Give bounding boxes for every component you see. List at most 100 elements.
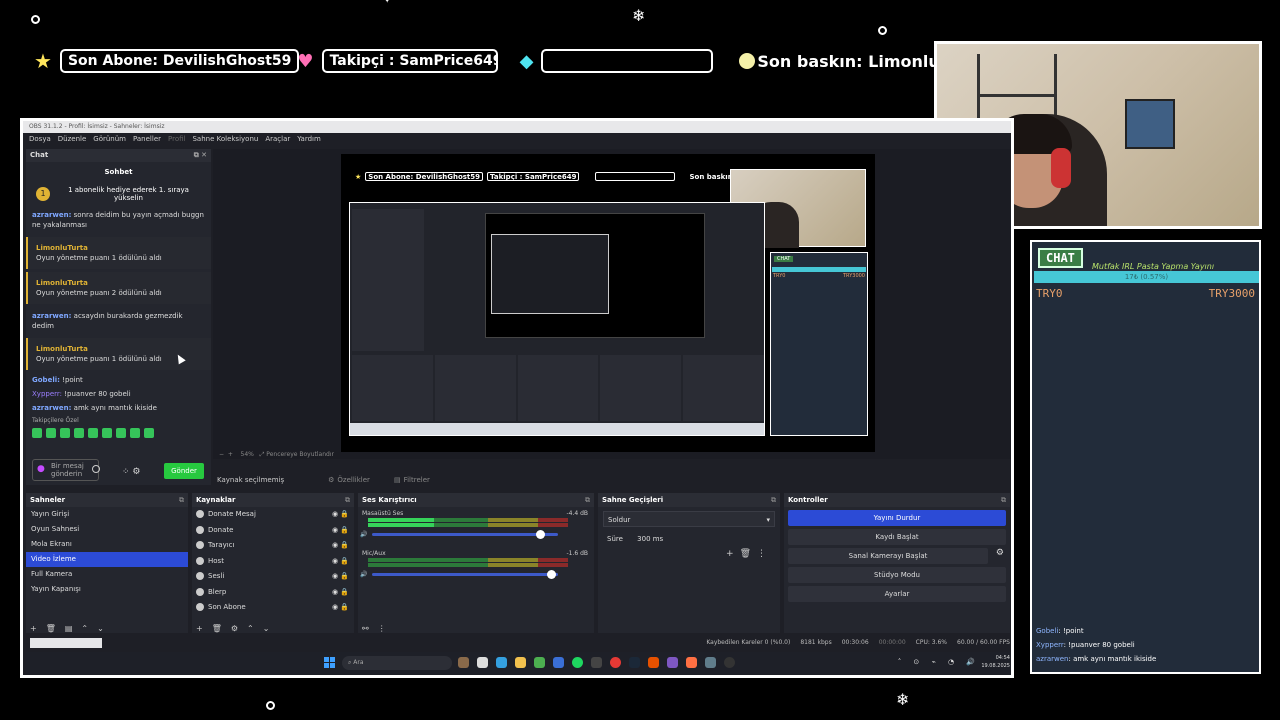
preview-canvas[interactable]: ★ Son Abone: DevilishGhost59 Takipçi : S… bbox=[341, 154, 875, 452]
menu-duzenle[interactable]: Düzenle bbox=[58, 133, 87, 146]
gift-leaderboard[interactable]: 1 1 abonelik hediye ederek 1. sıraya yük… bbox=[26, 182, 211, 206]
emote-icon[interactable] bbox=[88, 428, 98, 438]
scene-item[interactable]: Yayın Girişi bbox=[26, 507, 188, 522]
emote-icon[interactable] bbox=[32, 428, 42, 438]
no-source-label: Kaynak seçilmemiş bbox=[217, 476, 285, 484]
menu-paneller[interactable]: Paneller bbox=[133, 133, 161, 146]
menu-araclar[interactable]: Araçlar bbox=[265, 133, 290, 146]
virtual-camera-settings-icon[interactable]: ⚙ bbox=[996, 548, 1004, 558]
dock-menu-icon[interactable]: ⧉ bbox=[345, 493, 350, 507]
virtual-camera-button[interactable]: Sanal Kamerayı Başlat bbox=[788, 548, 988, 564]
bottom-docks: Sahneler ⧉ Yayın Girişi Oyun Sahnesi Mola… bbox=[26, 493, 1011, 633]
scenes-toolbar[interactable]: + 🗑 ▤ ⌃ ⌄ bbox=[30, 624, 104, 633]
follower-text: Takipçi : SamPrice649 bbox=[329, 53, 498, 69]
dock-controls[interactable]: ⧉ ✕ bbox=[194, 149, 207, 162]
filters-button[interactable]: ▤ Filtreler bbox=[394, 476, 430, 484]
dock-menu-icon[interactable]: ⧉ bbox=[1001, 493, 1006, 507]
browser-tab-strip[interactable] bbox=[30, 638, 102, 648]
emote-bar[interactable] bbox=[26, 426, 211, 440]
speaker-icon[interactable]: 🔊 bbox=[360, 571, 367, 578]
start-recording-button[interactable]: Kaydı Başlat bbox=[788, 529, 1006, 545]
source-item[interactable]: Donate ◉ 🔒 bbox=[192, 523, 354, 539]
volume-slider[interactable] bbox=[372, 530, 558, 539]
visibility-lock-icons: ◉ 🔒 bbox=[331, 587, 349, 596]
menu-profil[interactable]: Profil bbox=[168, 133, 185, 146]
scene-item[interactable]: Mola Ekranı bbox=[26, 537, 188, 552]
source-item[interactable]: Tarayıcı ◉ 🔒 bbox=[192, 538, 354, 554]
source-item[interactable]: Donate Mesaj ◉ 🔒 bbox=[192, 507, 354, 523]
dock-menu-icon[interactable]: ⧉ bbox=[179, 493, 184, 507]
spotify-icon[interactable] bbox=[572, 657, 583, 668]
speaker-icon[interactable]: 🔊 bbox=[360, 531, 367, 538]
opera-icon[interactable] bbox=[610, 657, 621, 668]
settings-button[interactable]: Ayarlar bbox=[788, 586, 1006, 602]
menu-yardim[interactable]: Yardım bbox=[297, 133, 321, 146]
transition-select[interactable]: Soldur ▾ bbox=[603, 511, 775, 527]
chat-widget-messages: Gobeli: !point Xypperr: !puanver 80 gobe… bbox=[1036, 624, 1156, 666]
properties-button[interactable]: ⚙ Özellikler bbox=[328, 476, 370, 484]
menu-dosya[interactable]: Dosya bbox=[29, 133, 51, 146]
filter-icon: ▤ bbox=[64, 624, 73, 633]
app-icon[interactable] bbox=[705, 657, 716, 668]
dock-menu-icon[interactable]: ⧉ bbox=[771, 493, 776, 507]
app-icon[interactable] bbox=[553, 657, 564, 668]
folder-icon[interactable] bbox=[515, 657, 526, 668]
studio-mode-button[interactable]: Stüdyo Modu bbox=[788, 567, 1006, 583]
preview-zoom-bar[interactable]: − + 54% ⤢ Pencereye Boyutlandır bbox=[219, 451, 334, 459]
app-icon[interactable] bbox=[591, 657, 602, 668]
preview-area[interactable]: ★ Son Abone: DevilishGhost59 Takipçi : S… bbox=[213, 149, 1011, 459]
app-icon[interactable] bbox=[458, 657, 469, 668]
dock-menu-icon[interactable]: ⧉ bbox=[585, 493, 590, 507]
app-icon[interactable] bbox=[667, 657, 678, 668]
source-item[interactable]: Son Abone ◉ 🔒 bbox=[192, 600, 354, 616]
steam-icon[interactable] bbox=[629, 657, 640, 668]
system-tray[interactable]: ˄ ⊙ ⌁ ◔ 🔊 bbox=[898, 658, 980, 666]
source-item[interactable]: Blerp ◉ 🔒 bbox=[192, 585, 354, 601]
emote-icon[interactable] bbox=[116, 428, 126, 438]
stop-streaming-button[interactable]: Yayını Durdur bbox=[788, 510, 1006, 526]
chat-tools-icons[interactable]: ⁘ ⚙ bbox=[122, 467, 140, 477]
app-icon[interactable] bbox=[534, 657, 545, 668]
emote-icon[interactable] bbox=[102, 428, 112, 438]
emote-icon[interactable] bbox=[60, 428, 70, 438]
emoji-icon[interactable] bbox=[92, 465, 100, 473]
windows-start-icon[interactable] bbox=[324, 657, 335, 668]
volume-knob bbox=[547, 570, 557, 579]
fit-window-label[interactable]: Pencereye Boyutlandır bbox=[266, 451, 334, 458]
emote-icon[interactable] bbox=[144, 428, 154, 438]
transition-toolbar[interactable]: +🗑⋮ bbox=[726, 549, 772, 559]
chat-input[interactable]: ● Bir mesaj gönderin bbox=[32, 459, 99, 481]
heart-icon: ♥ bbox=[297, 50, 314, 72]
visibility-lock-icons: ◉ 🔒 bbox=[331, 603, 349, 611]
sources-toolbar[interactable]: + 🗑 ⚙ ⌃ ⌄ bbox=[196, 624, 269, 633]
chat-dock: Chat ⧉ ✕ Sohbet 1 1 abonelik hediye eder… bbox=[26, 149, 211, 485]
obs-icon[interactable] bbox=[724, 657, 735, 668]
send-button[interactable]: Gönder bbox=[164, 463, 204, 479]
scene-item[interactable]: Oyun Sahnesi bbox=[26, 522, 188, 537]
source-item[interactable]: Host ◉ 🔒 bbox=[192, 554, 354, 570]
menu-gorunum[interactable]: Görünüm bbox=[93, 133, 126, 146]
visibility-lock-icons: ◉ 🔒 bbox=[331, 572, 349, 580]
edge-icon[interactable] bbox=[496, 657, 507, 668]
menu-sahne-koleksiyonu[interactable]: Sahne Koleksiyonu bbox=[192, 133, 258, 146]
app-icon[interactable] bbox=[477, 657, 488, 668]
scene-item-selected[interactable]: Video İzleme bbox=[26, 552, 188, 567]
gift-text: 1 abonelik hediye ederek 1. sıraya yükse… bbox=[68, 186, 189, 202]
preview-follower: Takipçi : SamPrice649 bbox=[487, 172, 580, 181]
scene-item[interactable]: Full Kamera bbox=[26, 567, 188, 582]
taskbar-search[interactable]: ⌕ Ara bbox=[342, 656, 452, 670]
emote-icon[interactable] bbox=[74, 428, 84, 438]
scene-item[interactable]: Yayın Kapanışı bbox=[26, 582, 188, 597]
duration-input[interactable]: 300 ms bbox=[637, 535, 663, 543]
mixer-toolbar[interactable]: ⚯ ⋮ bbox=[362, 624, 386, 633]
taskbar-clock[interactable]: 04:54 19.08.2025 bbox=[981, 654, 1010, 670]
emote-icon[interactable] bbox=[130, 428, 140, 438]
volume-slider[interactable] bbox=[372, 570, 558, 579]
filter-icon: ▤ bbox=[393, 476, 401, 484]
obs-window: OBS 31.1.2 - Profil: İsimsiz - Sahneler:… bbox=[20, 118, 1014, 678]
source-item[interactable]: Sesli ◉ 🔒 bbox=[192, 569, 354, 585]
dropped-frames: Kaybedilen Kareler 0 (%0.0) bbox=[706, 639, 791, 646]
app-icon[interactable] bbox=[686, 657, 697, 668]
app-icon[interactable] bbox=[648, 657, 659, 668]
emote-icon[interactable] bbox=[46, 428, 56, 438]
